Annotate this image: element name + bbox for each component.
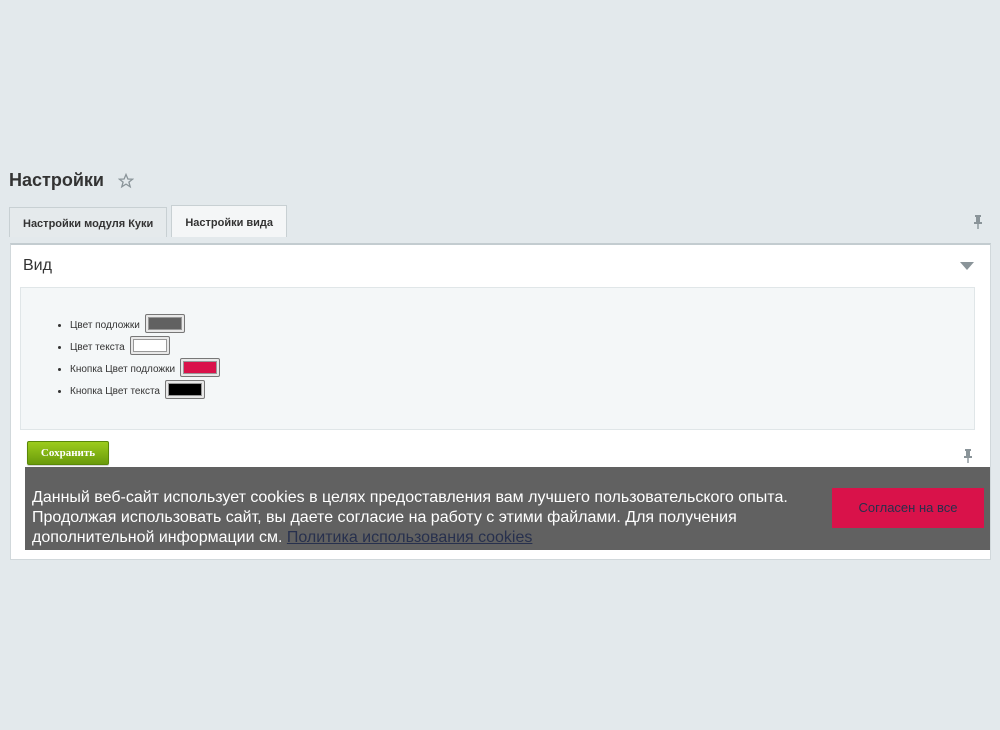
cookie-text-line1: Данный веб-сайт использует cookies в цел… xyxy=(32,489,788,506)
chevron-down-icon[interactable] xyxy=(960,262,974,270)
accept-all-button[interactable]: Согласен на все xyxy=(832,488,984,528)
tab-view-settings[interactable]: Настройки вида xyxy=(171,205,288,237)
cookie-text-line2: Продолжая использовать сайт, вы даете со… xyxy=(32,509,737,526)
pin-icon[interactable] xyxy=(973,214,983,230)
setting-label: Кнопка Цвет подложки xyxy=(70,364,176,375)
setting-button-background-color: Кнопка Цвет подложки xyxy=(70,358,220,381)
color-swatch xyxy=(132,339,167,353)
settings-box: Цвет подложки Цвет текста Кнопка Цвет по… xyxy=(20,287,975,430)
tab-cookie-module-settings[interactable]: Настройки модуля Куки xyxy=(9,207,168,237)
cookie-message: Данный веб-сайт использует cookies в цел… xyxy=(32,488,827,548)
color-picker-background[interactable] xyxy=(144,314,185,334)
setting-label: Кнопка Цвет текста xyxy=(70,386,160,397)
color-swatch xyxy=(167,383,202,397)
setting-label: Цвет текста xyxy=(70,342,125,353)
section-title: Вид xyxy=(23,257,52,274)
page-title: Настройки xyxy=(9,170,104,190)
color-swatch xyxy=(147,317,182,331)
settings-list: Цвет подложки Цвет текста Кнопка Цвет по… xyxy=(70,314,220,403)
color-swatch xyxy=(182,361,217,375)
cookie-banner: Данный веб-сайт использует cookies в цел… xyxy=(25,467,990,550)
star-icon[interactable] xyxy=(117,172,134,189)
color-picker-button-text[interactable] xyxy=(164,380,205,400)
tab-bar: Настройки модуля Куки Настройки вида xyxy=(9,205,291,237)
cookie-text-line3: дополнительной информации см. xyxy=(32,529,283,546)
save-button[interactable]: Сохранить xyxy=(27,441,109,465)
color-picker-button-background[interactable] xyxy=(179,358,220,378)
pin-icon[interactable] xyxy=(963,448,973,464)
setting-label: Цвет подложки xyxy=(70,320,140,331)
setting-background-color: Цвет подложки xyxy=(70,314,220,337)
color-picker-text[interactable] xyxy=(129,336,170,356)
settings-panel: Вид Цвет подложки Цвет текста Кнопка Цве… xyxy=(10,243,991,560)
cookie-policy-link[interactable]: Политика использования cookies xyxy=(287,529,533,546)
setting-button-text-color: Кнопка Цвет текста xyxy=(70,380,220,403)
setting-text-color: Цвет текста xyxy=(70,336,220,359)
page-header: Настройки xyxy=(9,170,134,191)
